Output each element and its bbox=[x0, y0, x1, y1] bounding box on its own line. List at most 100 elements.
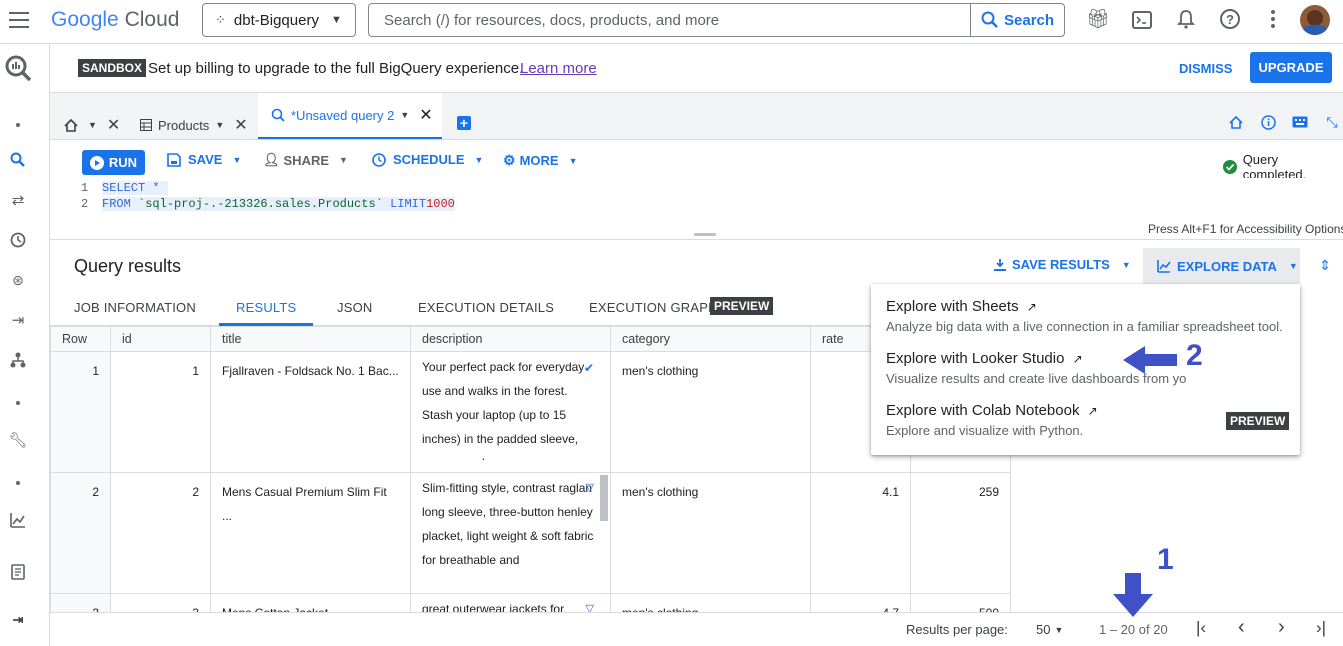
search-nav-icon[interactable] bbox=[8, 150, 28, 170]
tab-home[interactable]: ▼ ✕ bbox=[64, 115, 120, 135]
menu-item-colab[interactable]: Explore with Colab Notebook ↗ Explore an… bbox=[886, 402, 1098, 438]
wrench-icon[interactable]: 🔧︎ bbox=[8, 430, 28, 450]
more-vert-icon[interactable] bbox=[1263, 8, 1283, 30]
search-input[interactable]: Search (/) for resources, docs, products… bbox=[384, 12, 719, 29]
menu-item-description: Explore and visualize with Python. bbox=[886, 423, 1084, 438]
cell-description[interactable]: Your perfect pack for everyday use and w… bbox=[410, 351, 611, 473]
cell-rate[interactable]: 4.1 bbox=[810, 472, 911, 594]
tab-unsaved-query[interactable]: *Unsaved query 2 ▼ ✕ bbox=[258, 93, 442, 139]
column-header-description[interactable]: description bbox=[410, 326, 611, 352]
tab-results[interactable]: RESULTS bbox=[236, 300, 296, 315]
learn-more-link[interactable]: Learn more bbox=[520, 60, 597, 77]
cell-description[interactable]: Slim-fitting style, contrast raglan long… bbox=[410, 472, 611, 594]
caret-down-icon: ▼ bbox=[232, 154, 242, 165]
per-page-select[interactable]: 50 ▼ bbox=[1036, 622, 1063, 637]
upgrade-button[interactable]: UPGRADE bbox=[1250, 52, 1332, 83]
close-icon[interactable]: ✕ bbox=[107, 115, 120, 135]
transfers-icon[interactable]: ⇄ bbox=[8, 190, 28, 210]
tab-json[interactable]: JSON bbox=[337, 300, 372, 315]
add-tab-icon[interactable]: + bbox=[457, 116, 471, 130]
avatar[interactable] bbox=[1300, 5, 1330, 35]
release-notes-icon[interactable] bbox=[8, 562, 28, 582]
tab-execution-details[interactable]: EXECUTION DETAILS bbox=[418, 300, 554, 315]
hierarchy-icon[interactable] bbox=[8, 350, 28, 370]
scheduled-icon[interactable]: ⊛ bbox=[8, 270, 28, 290]
previous-page-icon[interactable]: ‹ bbox=[1238, 616, 1245, 639]
sql-keyword: FROM bbox=[102, 197, 131, 211]
tab-job-information[interactable]: JOB INFORMATION bbox=[74, 300, 196, 315]
bigquery-logo-icon[interactable] bbox=[3, 53, 33, 83]
sql-editor[interactable]: 1 SELECT * 2 FROM `sql-proj-.-213326.sal… bbox=[50, 178, 1343, 240]
close-icon[interactable]: ✕ bbox=[234, 115, 247, 135]
column-header-category[interactable]: category bbox=[610, 326, 811, 352]
menu-icon[interactable] bbox=[8, 9, 32, 31]
menu-item-title: Explore with Looker Studio bbox=[886, 350, 1065, 367]
dot-icon bbox=[13, 478, 23, 488]
schedule-label: SCHEDULE bbox=[393, 152, 465, 167]
first-page-icon[interactable]: |‹ bbox=[1196, 618, 1206, 638]
column-header-row[interactable]: Row bbox=[50, 326, 111, 352]
play-icon bbox=[89, 155, 104, 170]
open-in-new-icon: ↗ bbox=[1072, 352, 1083, 366]
column-header-title[interactable]: title bbox=[210, 326, 411, 352]
tab-label: *Unsaved query 2 bbox=[291, 107, 395, 123]
save-results-button[interactable]: SAVE RESULTS ▼ bbox=[994, 257, 1131, 272]
logo-cloud-text: Cloud bbox=[124, 8, 180, 31]
help-icon[interactable]: ? bbox=[1219, 8, 1241, 30]
tab-execution-graph[interactable]: EXECUTION GRAPH bbox=[589, 300, 718, 315]
tab-products[interactable]: Products ▼ ✕ bbox=[140, 115, 248, 135]
share-button[interactable]: 👤︎ SHARE ▼ bbox=[263, 152, 348, 168]
resize-handle[interactable] bbox=[694, 233, 716, 236]
gear-icon: ⚙ bbox=[503, 152, 516, 168]
cell-title[interactable]: Mens Casual Premium Slim Fit ... bbox=[210, 472, 411, 594]
cell-title[interactable]: Fjallraven - Foldsack No. 1 Bac... bbox=[210, 351, 411, 473]
info-icon[interactable] bbox=[1260, 114, 1276, 130]
fullscreen-exit-icon[interactable]: ⤡ bbox=[1324, 114, 1340, 130]
google-cloud-logo[interactable]: Google Cloud bbox=[51, 8, 179, 32]
results-title: Query results bbox=[74, 256, 182, 276]
next-page-icon[interactable]: › bbox=[1278, 616, 1285, 639]
gift-icon[interactable]: 🎁︎ bbox=[1086, 8, 1110, 30]
schedule-button[interactable]: SCHEDULE ▼ bbox=[372, 152, 483, 167]
cell-category[interactable]: men's clothing bbox=[610, 472, 811, 594]
history-icon[interactable] bbox=[8, 230, 28, 250]
cloud-shell-icon[interactable] bbox=[1131, 9, 1153, 31]
notifications-icon[interactable] bbox=[1175, 8, 1197, 30]
chevron-down-icon[interactable]: ✔ bbox=[584, 356, 594, 380]
home-icon[interactable] bbox=[1228, 114, 1244, 130]
keyboard-icon[interactable] bbox=[1292, 114, 1308, 130]
share-label: SHARE bbox=[283, 152, 330, 168]
caret-down-icon: ▼ bbox=[330, 14, 342, 26]
expand-icon[interactable]: ⇕ bbox=[1317, 255, 1333, 275]
run-button[interactable]: RUN bbox=[82, 150, 145, 175]
menu-item-sheets[interactable]: Explore with Sheets ↗ Analyze big data w… bbox=[886, 298, 1283, 334]
search-button[interactable]: Search bbox=[970, 4, 1064, 36]
more-button[interactable]: ⚙ MORE ▼ bbox=[503, 152, 577, 169]
project-selector[interactable]: ⁘ dbt-Bigquery ▼ bbox=[202, 3, 356, 37]
sandbox-banner: SANDBOX Set up billing to upgrade to the… bbox=[50, 44, 1343, 93]
search-bar[interactable]: Search (/) for resources, docs, products… bbox=[368, 3, 1065, 37]
explore-data-button[interactable]: EXPLORE DATA ▼ bbox=[1143, 248, 1300, 284]
annotation-arrow-1 bbox=[1112, 572, 1154, 618]
cell-category[interactable]: men's clothing bbox=[610, 351, 811, 473]
description-text: Slim-fitting style, contrast raglan long… bbox=[422, 481, 594, 567]
pipeline-icon[interactable]: ⇥ bbox=[8, 310, 28, 330]
result-tabs: JOB INFORMATION RESULTS JSON EXECUTION D… bbox=[50, 291, 1010, 326]
project-icon: ⁘ bbox=[215, 12, 226, 27]
expand-nav-icon[interactable]: ⇥ bbox=[8, 610, 28, 630]
clock-icon bbox=[372, 152, 386, 167]
cell-scrollbar[interactable] bbox=[600, 475, 608, 521]
top-bar: Google Cloud ⁘ dbt-Bigquery ▼ Search (/)… bbox=[0, 0, 1343, 44]
cell-id[interactable]: 1 bbox=[110, 351, 211, 473]
save-button[interactable]: SAVE ▼ bbox=[167, 152, 241, 167]
cell-count[interactable]: 259 bbox=[910, 472, 1011, 594]
analytics-icon[interactable] bbox=[8, 510, 28, 530]
column-header-id[interactable]: id bbox=[110, 326, 211, 352]
accessibility-hint: Press Alt+F1 for Accessibility Options bbox=[1148, 222, 1343, 236]
dismiss-button[interactable]: DISMISS bbox=[1179, 61, 1232, 76]
chevron-down-icon[interactable]: ▽ bbox=[586, 476, 594, 500]
last-page-icon[interactable]: ›| bbox=[1316, 618, 1326, 638]
close-icon[interactable]: ✕ bbox=[419, 105, 432, 125]
cell-id[interactable]: 2 bbox=[110, 472, 211, 594]
caret-down-icon: ▼ bbox=[1054, 624, 1064, 635]
